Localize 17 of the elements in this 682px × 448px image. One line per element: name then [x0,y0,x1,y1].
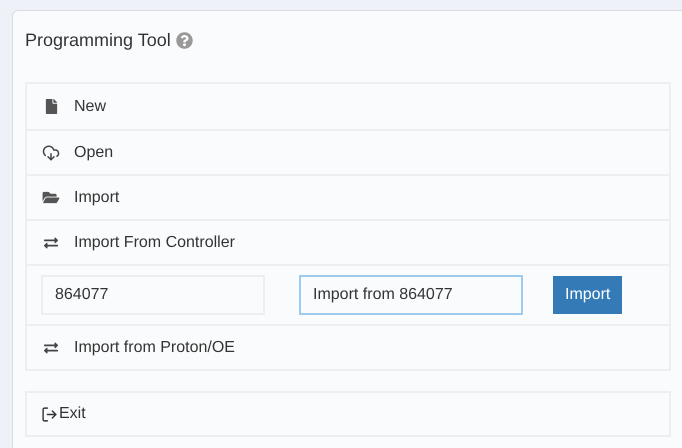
import-button[interactable]: Import [553,276,622,314]
folder-icon [42,190,60,205]
exchange-icon [43,236,59,250]
menu-item[interactable]: New [27,84,669,129]
text-field[interactable]: 864077 [41,275,265,315]
text-field[interactable]: Import from 864077 [299,275,523,315]
help-icon[interactable] [176,32,193,48]
exit-item[interactable]: Exit [25,391,671,437]
menu-item[interactable]: Open [27,129,669,174]
panel-title: Programming Tool [25,28,171,52]
menu-item[interactable]: Import [27,174,669,219]
menu-item[interactable]: Import from Proton/OE [27,324,669,369]
menu-item[interactable]: Import From Controller [27,219,669,264]
exchange-icon [43,340,59,354]
file-icon [44,99,58,114]
cloud-download-icon [42,144,60,162]
exit-icon [41,406,58,422]
